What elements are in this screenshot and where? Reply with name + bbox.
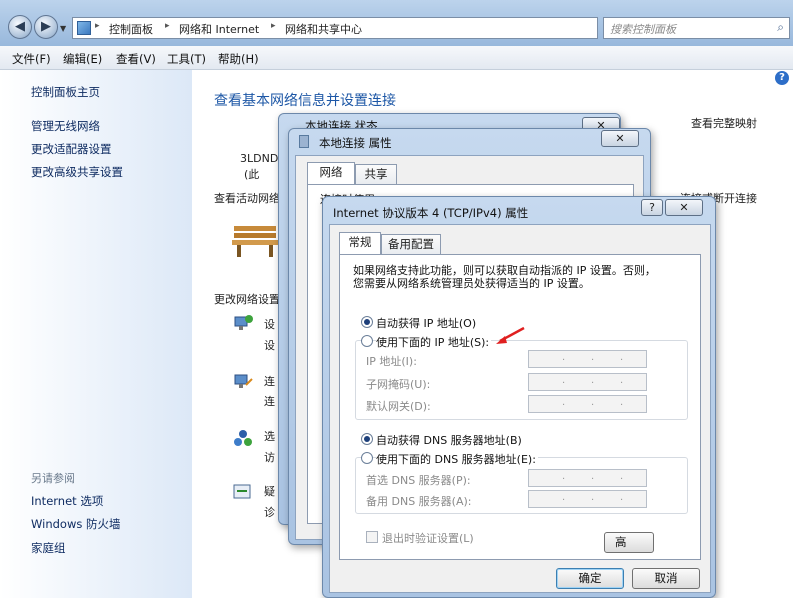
troubleshoot-icon	[233, 484, 251, 499]
menu-tools[interactable]: 工具(T)	[167, 51, 206, 67]
gateway-label: 默认网关(D):	[366, 400, 431, 413]
breadcrumb-control-panel[interactable]: 控制面板	[109, 21, 153, 37]
connect-desc: 连	[264, 395, 275, 408]
full-map-link[interactable]: 查看完整映射	[691, 115, 757, 131]
advanced-button[interactable]: 高	[604, 532, 654, 553]
breadcrumb-separator: ▸	[95, 21, 100, 31]
sidebar-item-advanced-sharing[interactable]: 更改高级共享设置	[31, 164, 123, 180]
sidebar: 控制面板主页 管理无线网络 更改适配器设置 更改高级共享设置 另请参阅 Inte…	[0, 70, 192, 598]
cancel-button[interactable]: 取消	[632, 568, 700, 589]
connect-network-icon	[234, 374, 253, 388]
ipv4-dialog-title: Internet 协议版本 4 (TCP/IPv4) 属性	[333, 206, 529, 220]
gateway-field[interactable]: ...	[528, 395, 647, 413]
alternate-dns-label: 备用 DNS 服务器(A):	[366, 495, 472, 508]
page-title: 查看基本网络信息并设置连接	[214, 93, 396, 109]
setup-link[interactable]: 设	[264, 316, 275, 332]
troubleshoot-link[interactable]: 疑	[264, 483, 275, 499]
sidebar-item-firewall[interactable]: Windows 防火墙	[31, 516, 121, 532]
homegroup-desc: 访	[264, 451, 275, 464]
sidebar-item-adapter[interactable]: 更改适配器设置	[31, 141, 112, 157]
computer-name: 3LDND	[240, 152, 279, 165]
annotation-arrow-icon	[496, 326, 525, 344]
forward-button[interactable]: ▶	[34, 15, 58, 39]
sidebar-item-internet-options[interactable]: Internet 选项	[31, 493, 103, 509]
breadcrumb-network-internet[interactable]: 网络和 Internet	[179, 21, 259, 37]
address-bar[interactable]: ▸ 控制面板 ▸ 网络和 Internet ▸ 网络和共享中心 ▼ ⟳	[72, 17, 657, 39]
computer-sub: (此	[244, 168, 260, 181]
menu-bar: 文件(F) 编辑(E) 查看(V) 工具(T) 帮助(H)	[0, 46, 793, 70]
tab-alternate-config[interactable]: 备用配置	[381, 234, 441, 254]
menu-file[interactable]: 文件(F)	[12, 51, 51, 67]
help-icon[interactable]: ?	[775, 71, 789, 85]
manual-ip-radio[interactable]	[361, 335, 373, 347]
auto-ip-label[interactable]: 自动获得 IP 地址(O)	[376, 315, 476, 331]
connect-link[interactable]: 连	[264, 373, 275, 389]
ok-button[interactable]: 确定	[556, 568, 624, 589]
change-settings-label: 更改网络设置	[214, 293, 280, 306]
network-adapter-icon	[299, 135, 309, 148]
ip-address-label: IP 地址(I):	[366, 355, 417, 368]
auto-dns-radio[interactable]	[361, 433, 373, 445]
auto-dns-label[interactable]: 自动获得 DNS 服务器地址(B)	[376, 432, 522, 448]
search-placeholder: 搜索控制面板	[610, 23, 676, 36]
tab-general[interactable]: 常规	[339, 232, 381, 254]
history-dropdown-icon[interactable]: ▼	[60, 24, 66, 33]
homegroup-icon	[234, 430, 252, 446]
ipv4-close-button[interactable]: ✕	[665, 199, 703, 216]
menu-help[interactable]: 帮助(H)	[218, 51, 259, 67]
troubleshoot-desc: 诊	[264, 506, 275, 519]
properties-dialog-title: 本地连接 属性	[319, 136, 392, 150]
setup-desc: 设	[264, 339, 275, 352]
auto-ip-radio[interactable]	[361, 316, 373, 328]
control-panel-icon	[77, 21, 91, 35]
ip-address-field[interactable]: ...	[528, 350, 647, 368]
menu-view[interactable]: 查看(V)	[116, 51, 156, 67]
subnet-mask-label: 子网掩码(U):	[366, 378, 431, 391]
search-icon[interactable]: ⌕	[777, 20, 784, 35]
manual-dns-radio[interactable]	[361, 452, 373, 464]
validate-on-exit-checkbox[interactable]	[366, 531, 378, 543]
tab-network[interactable]: 网络	[307, 162, 355, 184]
breadcrumb-sharing-center[interactable]: 网络和共享中心	[285, 21, 362, 37]
sidebar-item-homegroup[interactable]: 家庭组	[31, 540, 66, 556]
menu-edit[interactable]: 编辑(E)	[63, 51, 102, 67]
manual-dns-label[interactable]: 使用下面的 DNS 服务器地址(E):	[376, 451, 538, 467]
properties-close-button[interactable]: ✕	[601, 130, 639, 147]
validate-on-exit-label[interactable]: 退出时验证设置(L)	[382, 530, 474, 546]
subnet-mask-field[interactable]: ...	[528, 373, 647, 391]
breadcrumb-separator[interactable]: ▸	[271, 21, 276, 31]
ip-description-line2: 您需要从网络系统管理员处获得适当的 IP 设置。	[353, 277, 590, 290]
network-setup-icon	[234, 315, 253, 330]
active-networks-label: 查看活动网络	[214, 192, 280, 205]
tab-sharing[interactable]: 共享	[355, 164, 397, 184]
preferred-dns-field[interactable]: ...	[528, 469, 647, 487]
bench-icon	[232, 226, 278, 257]
preferred-dns-label: 首选 DNS 服务器(P):	[366, 474, 471, 487]
sidebar-item-wireless[interactable]: 管理无线网络	[31, 118, 100, 134]
see-also-heading: 另请参阅	[31, 472, 75, 485]
alternate-dns-field[interactable]: ...	[528, 490, 647, 508]
manual-ip-label[interactable]: 使用下面的 IP 地址(S):	[376, 334, 492, 350]
breadcrumb-separator[interactable]: ▸	[165, 21, 170, 31]
back-button[interactable]: ◀	[8, 15, 32, 39]
sidebar-item-home[interactable]: 控制面板主页	[31, 84, 100, 100]
homegroup-link[interactable]: 选	[264, 428, 275, 444]
search-input[interactable]: 搜索控制面板 ⌕	[603, 17, 790, 39]
help-button[interactable]: ?	[641, 199, 663, 216]
